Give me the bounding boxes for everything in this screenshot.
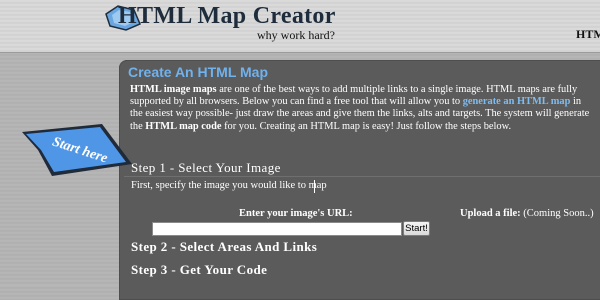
step-1-heading: Step 1 - Select Your Image: [131, 160, 281, 175]
step-1-instruction: First, specify the image you would like …: [131, 180, 327, 191]
intro-bold-html-map-code: HTML map code: [145, 120, 222, 132]
upload-file-label: Upload a file: (Coming Soon..): [460, 208, 594, 219]
start-here-flag-icon: Start here: [22, 124, 132, 176]
site-logo-title[interactable]: HTML Map Creator: [118, 3, 336, 30]
generate-html-map-link[interactable]: generate an HTML map: [463, 96, 571, 107]
step-2-heading: Step 2 - Select Areas And Links: [131, 239, 318, 254]
step-3-heading: Step 3 - Get Your Code: [131, 262, 268, 277]
intro-bold-html-image-maps: HTML image maps: [130, 84, 217, 95]
intro-paragraph: HTML image maps are one of the best ways…: [130, 84, 594, 133]
upload-file-title: Upload a file:: [460, 208, 521, 219]
text-cursor: [314, 180, 315, 193]
image-url-label: Enter your image's URL:: [239, 208, 353, 219]
upload-file-note: (Coming Soon..): [520, 208, 594, 219]
site-tagline: why work hard?: [257, 28, 335, 42]
site-header: HTML Map Creator why work hard? HTM: [0, 0, 600, 53]
image-url-input[interactable]: [152, 222, 402, 236]
nav-link-html[interactable]: HTM: [576, 27, 600, 42]
step-1-divider: [124, 176, 600, 177]
start-button[interactable]: Start!: [403, 221, 430, 236]
panel-title: Create An HTML Map: [128, 64, 269, 80]
intro-text-3: for you. Creating an HTML map is easy! J…: [221, 120, 512, 132]
